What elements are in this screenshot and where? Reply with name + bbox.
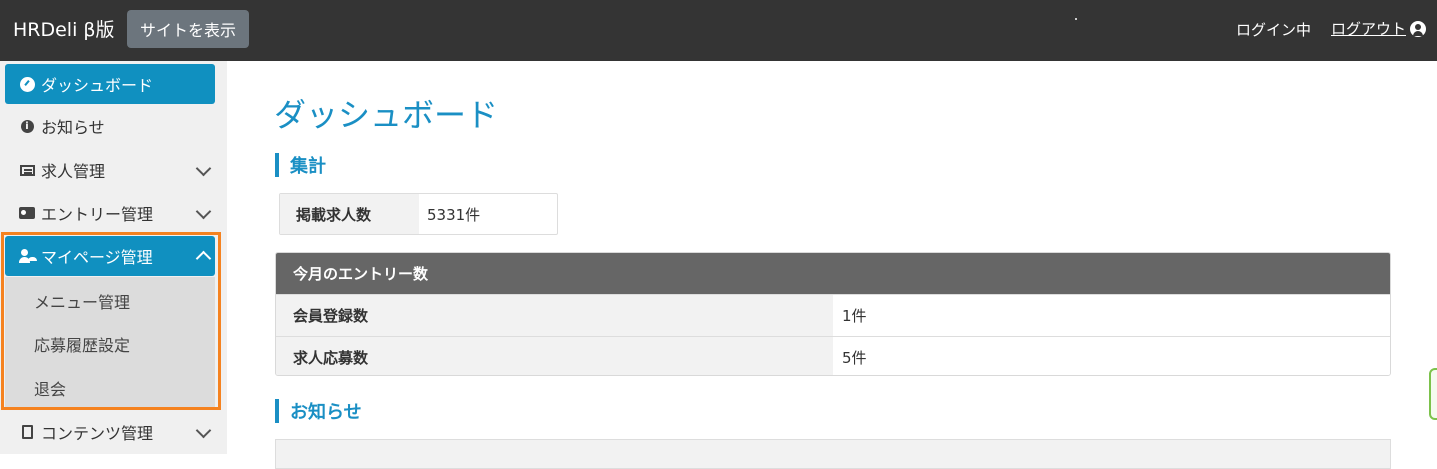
info-icon: i <box>19 119 35 133</box>
sidebar-item-label: 求人管理 <box>41 162 106 181</box>
sidebar-item-jobs[interactable]: 求人管理 <box>5 150 215 190</box>
decorative-dot <box>1075 18 1077 20</box>
view-site-button[interactable]: サイトを表示 <box>127 10 249 48</box>
table-row: 求人応募数 5件 <box>276 336 1390 375</box>
list-icon <box>19 163 35 177</box>
sidebar-item-label: コンテンツ管理 <box>41 424 154 443</box>
sidebar-item-label: ダッシュボード <box>41 76 154 95</box>
highlight-box <box>1 232 221 410</box>
chevron-down-icon[interactable] <box>195 422 212 439</box>
row-label: 求人応募数 <box>276 337 833 375</box>
job-count-label: 掲載求人数 <box>280 194 419 234</box>
monthly-entry-table: 今月のエントリー数 会員登録数 1件 求人応募数 5件 <box>275 252 1391 376</box>
sidebar: ダッシュボード i お知らせ 求人管理 エントリー管理 マイページ管理 メニュー… <box>0 61 227 454</box>
page-title: ダッシュボード <box>274 96 499 134</box>
job-count-box: 掲載求人数 5331件 <box>279 193 558 235</box>
chevron-down-icon[interactable] <box>195 203 212 220</box>
side-feedback-tab[interactable] <box>1429 368 1437 420</box>
sidebar-item-label: お知らせ <box>41 118 105 137</box>
logout-label: ログアウト <box>1331 20 1407 38</box>
sidebar-item-news[interactable]: i お知らせ <box>5 106 215 146</box>
job-count-value: 5331件 <box>427 205 481 224</box>
user-circle-icon <box>1410 20 1427 37</box>
file-icon <box>19 425 35 439</box>
sidebar-item-dashboard[interactable]: ダッシュボード <box>5 64 215 104</box>
top-bar: HRDeli β版 サイトを表示 ログイン中 ログアウト <box>0 0 1437 61</box>
login-status: ログイン中 <box>1236 21 1312 39</box>
id-card-icon <box>19 206 35 220</box>
sidebar-item-label: エントリー管理 <box>41 205 154 224</box>
brand-title[interactable]: HRDeli β版 <box>13 15 115 42</box>
logout-link[interactable]: ログアウト <box>1331 18 1427 39</box>
dashboard-icon <box>19 76 35 92</box>
table-header: 今月のエントリー数 <box>276 253 1390 294</box>
news-list <box>275 439 1391 469</box>
sidebar-item-contents[interactable]: コンテンツ管理 <box>5 412 215 452</box>
row-label: 会員登録数 <box>276 295 833 336</box>
news-heading: お知らせ <box>275 399 362 423</box>
sidebar-item-entries[interactable]: エントリー管理 <box>5 193 215 233</box>
summary-heading: 集計 <box>275 153 326 177</box>
row-value: 1件 <box>833 295 1390 336</box>
row-value: 5件 <box>833 337 1390 375</box>
table-row: 会員登録数 1件 <box>276 294 1390 336</box>
chevron-down-icon[interactable] <box>195 160 212 177</box>
